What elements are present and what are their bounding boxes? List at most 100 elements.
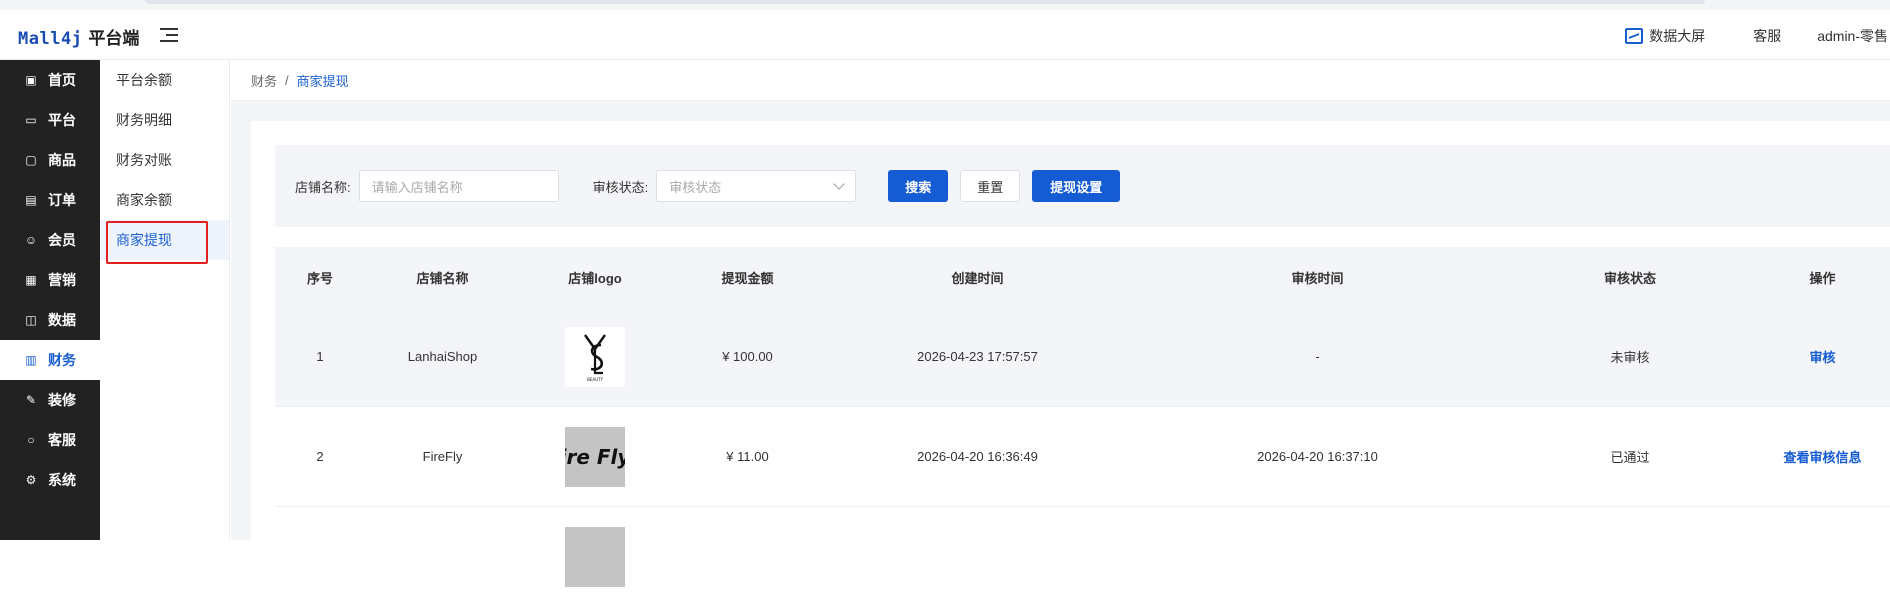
brand-suffix: 平台端 [88, 29, 140, 48]
address-bar-edge [145, 0, 1705, 4]
audit-link[interactable]: 审核 [1809, 350, 1835, 365]
breadcrumb-parent[interactable]: 财务 [251, 71, 277, 90]
shop-name-label: 店铺名称: [295, 179, 351, 195]
withdraw-settings-button[interactable]: 提现设置 [1032, 170, 1121, 202]
row-index: 2 [316, 449, 324, 464]
table-row [275, 507, 1890, 607]
table-row: 2 FireFly ire Fly ¥ 11.00 2026-04-20 16:… [275, 407, 1890, 507]
sidebar-item-label: 会员 [48, 232, 76, 248]
breadcrumb: 财务 / 商家提现 [231, 61, 1890, 101]
chevron-down-icon [833, 178, 845, 190]
search-form: 店铺名称: 请输入店铺名称 审核状态: 审核状态 搜索 重置 提现设置 [275, 145, 1890, 227]
top-header: Mall4j 平台端 数据大屏 客服 admin-零售 [0, 0, 1890, 60]
shop-logo-image: BEAUTY [565, 326, 625, 387]
gift-icon: ▦ [25, 273, 37, 287]
submenu-item-merchant-withdraw[interactable]: 商家提现 [100, 220, 229, 264]
submenu-item-reconciliation[interactable]: 财务对账 [100, 140, 229, 180]
search-button[interactable]: 搜索 [888, 170, 949, 202]
header-actions: 数据大屏 客服 admin-零售 [1625, 26, 1890, 46]
sidebar-item-label: 营销 [48, 272, 76, 288]
header-index: 序号 [306, 270, 333, 286]
row-audit-time: 2026-04-20 16:37:10 [1257, 449, 1378, 464]
sidebar-item-home[interactable]: ▣ 首页 [0, 60, 100, 100]
sidebar-item-label: 商品 [48, 152, 76, 168]
sidebar-item-label: 平台 [48, 112, 76, 128]
user-name: admin-零售 [1817, 28, 1888, 44]
service-label: 客服 [1753, 28, 1782, 44]
ysl-logo-mark: BEAUTY [584, 333, 606, 382]
reset-button[interactable]: 重置 [960, 170, 1021, 202]
data-screen-link[interactable]: 数据大屏 [1625, 26, 1705, 46]
shop-logo-image: ire Fly [565, 426, 625, 487]
sidebar-item-label: 系统 [48, 472, 76, 488]
row-logo-cell [520, 527, 670, 587]
submenu-item-merchant-balance[interactable]: 商家余额 [100, 180, 229, 220]
row-index: 1 [316, 349, 324, 364]
submenu-item-platform-balance[interactable]: 平台余额 [100, 60, 229, 100]
sidebar-item-system[interactable]: ⚙ 系统 [0, 460, 100, 500]
home-icon: ▣ [25, 73, 37, 87]
row-created-time: 2026-04-20 16:36:49 [917, 449, 1038, 464]
header-amount: 提现金额 [721, 270, 774, 286]
audit-status-label: 审核状态: [592, 179, 649, 195]
monitor-chart-icon [1625, 28, 1644, 44]
breadcrumb-separator: / [285, 73, 289, 88]
menu-collapse-icon[interactable] [160, 27, 178, 43]
sidebar-item-label: 装修 [48, 392, 76, 408]
data-screen-label: 数据大屏 [1649, 28, 1706, 44]
service-link[interactable]: 客服 [1753, 26, 1781, 46]
browser-strip [0, 0, 1890, 10]
main-content: 财务 / 商家提现 店铺名称: 请输入店铺名称 审核状态: 审核状态 搜索 重置… [231, 61, 1890, 587]
sidebar-item-label: 客服 [48, 432, 76, 448]
sidebar-item-data[interactable]: ◫ 数据 [0, 300, 100, 340]
sidebar-item-finance[interactable]: ▥ 财务 [0, 340, 100, 380]
submenu-item-finance-detail[interactable]: 财务明细 [100, 100, 229, 140]
sidebar-item-member[interactable]: ☺ 会员 [0, 220, 100, 260]
highlight-box [106, 221, 208, 264]
chat-icon: ○ [27, 433, 35, 447]
row-logo-cell: ire Fly [520, 426, 670, 487]
user-menu[interactable]: admin-零售 [1817, 26, 1888, 46]
submenu-item-label: 财务对账 [116, 152, 172, 168]
withdraw-table: 序号 店铺名称 店铺logo 提现金额 创建时间 审核时间 审核状态 操作 1 … [275, 247, 1890, 607]
sidebar-item-product[interactable]: ▢ 商品 [0, 140, 100, 180]
sidebar-item-order[interactable]: ▤ 订单 [0, 180, 100, 220]
audit-status-placeholder: 审核状态 [669, 179, 722, 195]
sidebar-item-platform[interactable]: ▭ 平台 [0, 100, 100, 140]
row-logo-cell: BEAUTY [520, 326, 670, 387]
app-logo[interactable]: Mall4j 平台端 [18, 24, 139, 49]
member-icon: ☺ [24, 233, 38, 247]
submenu-item-label: 平台余额 [116, 72, 172, 88]
sidebar-item-label: 数据 [48, 312, 76, 328]
finance-submenu: 平台余额 财务明细 财务对账 商家余额 商家提现 [100, 60, 230, 540]
header-audit-status: 审核状态 [1603, 270, 1656, 286]
audit-status-select[interactable]: 审核状态 [656, 170, 857, 202]
table-row: 1 LanhaiShop BEAUTY ¥ 100.00 2026-04-23 … [275, 307, 1890, 407]
data-icon: ◫ [25, 313, 37, 327]
shop-name-input[interactable]: 请输入店铺名称 [358, 170, 559, 202]
header-created-time: 创建时间 [951, 270, 1004, 286]
row-shop-name: FireFly [422, 449, 463, 464]
header-audit-time: 审核时间 [1291, 270, 1344, 286]
row-amount: ¥ 11.00 [726, 449, 769, 464]
sidebar-item-service[interactable]: ○ 客服 [0, 420, 100, 460]
shop-name-placeholder: 请输入店铺名称 [371, 179, 463, 195]
header-action: 操作 [1809, 270, 1836, 286]
submenu-item-label: 财务明细 [116, 112, 172, 128]
shop-logo-image [565, 527, 625, 587]
view-audit-info-link[interactable]: 查看审核信息 [1783, 450, 1861, 465]
row-amount: ¥ 100.00 [722, 349, 773, 364]
shop-logo-text: ire Fly [565, 444, 625, 469]
row-shop-name: LanhaiShop [407, 349, 478, 364]
sidebar-item-label: 订单 [48, 192, 76, 208]
table-header: 序号 店铺名称 店铺logo 提现金额 创建时间 审核时间 审核状态 操作 [275, 247, 1890, 307]
decorate-icon: ✎ [25, 393, 37, 407]
sidebar-item-decorate[interactable]: ✎ 装修 [0, 380, 100, 420]
row-created-time: 2026-04-23 17:57:57 [917, 349, 1038, 364]
brand-name: Mall4j [18, 29, 83, 49]
sidebar-item-marketing[interactable]: ▦ 营销 [0, 260, 100, 300]
header-shop-name: 店铺名称 [416, 270, 469, 286]
platform-icon: ▭ [25, 113, 37, 127]
finance-icon: ▥ [25, 353, 37, 367]
row-audit-time: - [1315, 349, 1320, 364]
